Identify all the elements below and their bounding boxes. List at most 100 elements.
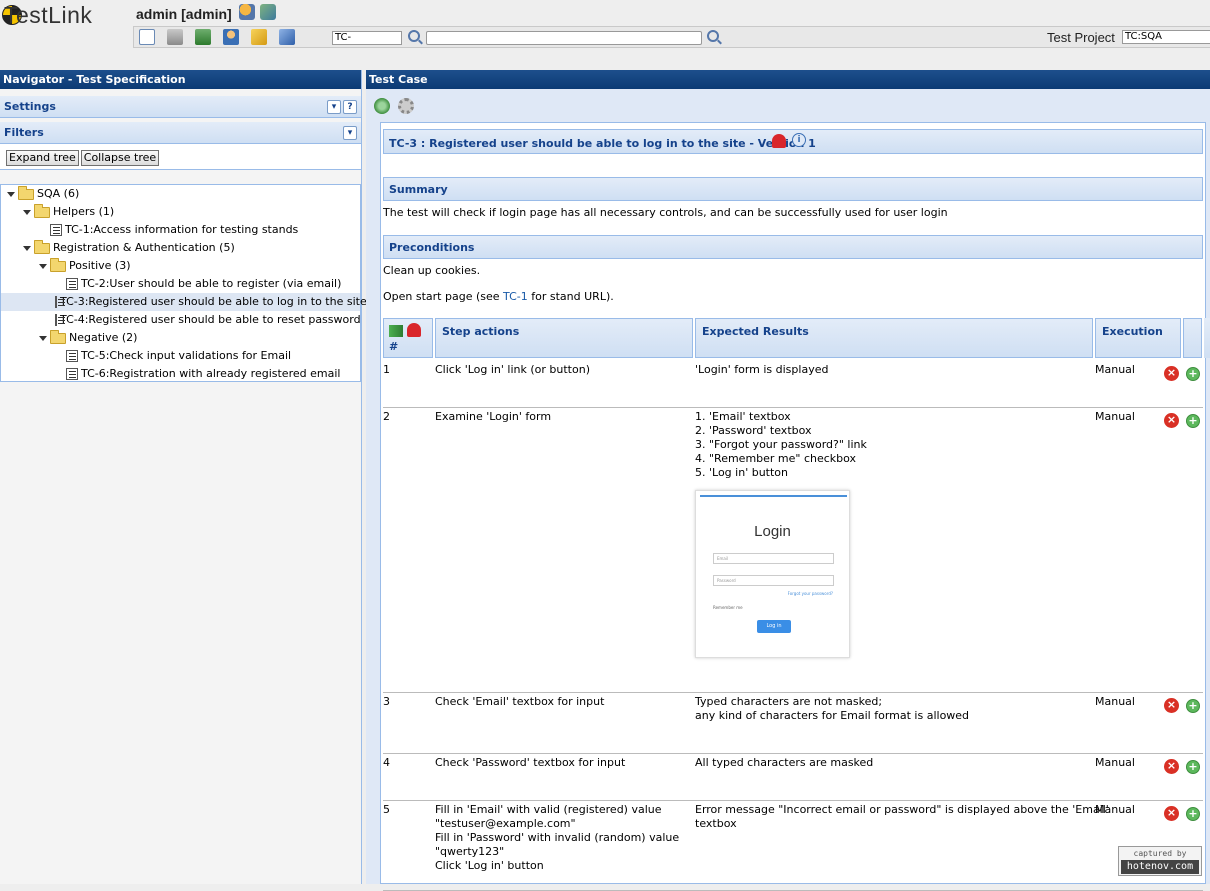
add-step-icon[interactable]: + <box>1186 367 1200 381</box>
settings-header[interactable]: Settings ▾ ? <box>0 96 361 118</box>
pencil-icon[interactable] <box>279 29 295 45</box>
tree-test-case-node[interactable]: TC-5:Check input validations for Email <box>1 347 360 365</box>
delete-step-icon[interactable]: × <box>1164 806 1179 821</box>
tc-1-link[interactable]: TC-1 <box>503 290 528 303</box>
expand-toggle-icon[interactable] <box>39 335 47 341</box>
settings-label: Settings <box>4 100 56 113</box>
collapse-tree-button[interactable]: Collapse tree <box>80 150 160 166</box>
email-field: Email <box>713 553 834 564</box>
tree-test-case-node[interactable]: TC-1:Access information for testing stan… <box>1 221 360 239</box>
step-action-line: "qwerty123" <box>435 845 505 858</box>
expand-toggle-icon[interactable] <box>23 209 31 215</box>
tree-folder-node[interactable]: Negative (2) <box>1 329 360 347</box>
tree-test-case-node[interactable]: TC-3:Registered user should be able to l… <box>1 293 367 311</box>
folder-icon <box>34 203 50 218</box>
tc-id-input[interactable]: TC- <box>332 31 402 45</box>
search-input[interactable] <box>426 31 702 45</box>
expand-toggle-icon[interactable] <box>39 263 47 269</box>
home-icon[interactable] <box>139 29 155 45</box>
info-icon[interactable]: i <box>792 133 806 147</box>
column-header-blank <box>1204 318 1210 358</box>
expand-toggle-icon[interactable] <box>7 191 15 197</box>
login-button: Log in <box>757 620 791 633</box>
test-case-panel-title: Test Case <box>366 70 1210 89</box>
step-row: 3 Check 'Email' textbox for input Typed ch… <box>383 693 1203 754</box>
bell-icon[interactable] <box>251 29 267 45</box>
test-case-content: TC-3 : Registered user should be able to… <box>380 122 1210 891</box>
delete-step-icon[interactable]: × <box>1164 759 1179 774</box>
tree-test-case-node[interactable]: TC-6:Registration with already registere… <box>1 365 360 383</box>
step-row: 1 Click 'Log in' link (or button) 'Login' … <box>383 361 1203 408</box>
expected-result-line: Error message "Incorrect email or passwo… <box>695 803 1109 816</box>
test-case-icon <box>66 278 78 290</box>
column-header-actions: Step actions <box>435 318 693 358</box>
step-execution: Manual <box>1095 695 1135 708</box>
test-project-select[interactable]: TC:SQA <box>1122 30 1210 44</box>
precondition-line: Open start page (see TC-1 for stand URL)… <box>383 290 614 303</box>
tree-folder-node[interactable]: SQA (6) <box>1 185 360 203</box>
summary-header: Summary <box>383 177 1203 201</box>
tree-node-label: TC-6:Registration with already registere… <box>81 367 341 380</box>
refresh-icon[interactable] <box>374 98 390 114</box>
reorder-icon[interactable] <box>389 325 403 337</box>
tree-test-case-node[interactable]: TC-4:Registered user should be able to r… <box>1 311 361 329</box>
summary-text: The test will check if login page has al… <box>383 206 948 219</box>
tree-folder-node[interactable]: Helpers (1) <box>1 203 360 221</box>
step-execution: Manual <box>1095 410 1135 423</box>
column-header-expected: Expected Results <box>695 318 1093 358</box>
step-number: 1 <box>383 363 390 376</box>
user-name: admin [admin] <box>136 6 232 22</box>
user-icon[interactable] <box>223 29 239 45</box>
ghost-icon[interactable] <box>406 323 421 337</box>
tree-node-label: TC-4:Registered user should be able to r… <box>60 313 361 326</box>
column-header-blank <box>1183 318 1202 358</box>
tree-folder-node[interactable]: Registration & Authentication (5) <box>1 239 360 257</box>
cart-icon[interactable] <box>167 29 183 45</box>
precondition-text: Open start page (see <box>383 290 504 303</box>
help-icon[interactable]: ? <box>343 100 357 114</box>
sitemap-icon[interactable] <box>195 29 211 45</box>
column-label: # <box>389 340 399 353</box>
delete-step-icon[interactable]: × <box>1164 366 1179 381</box>
test-case-title-bar: TC-3 : Registered user should be able to… <box>383 129 1203 154</box>
ghost-icon[interactable] <box>772 134 786 148</box>
chevron-down-icon[interactable]: ▾ <box>343 126 357 140</box>
search-icon[interactable] <box>707 30 719 42</box>
add-step-icon[interactable]: + <box>1186 699 1200 713</box>
delete-step-icon[interactable]: × <box>1164 413 1179 428</box>
expected-result-line: 2. 'Password' textbox <box>695 424 812 437</box>
test-case-icon <box>55 314 65 326</box>
step-actions: Check 'Email' textbox for input <box>435 695 604 709</box>
testlink-logo[interactable]: TestLink <box>2 2 92 28</box>
test-case-icon <box>50 224 62 236</box>
logo-text: TestLink <box>4 1 93 28</box>
add-step-icon[interactable]: + <box>1186 414 1200 428</box>
delete-step-icon[interactable]: × <box>1164 698 1179 713</box>
logout-icon[interactable] <box>260 4 276 20</box>
step-action-line: Fill in 'Email' with valid (registered) … <box>435 803 662 816</box>
step-row: 5 Fill in 'Email' with valid (registered)… <box>383 801 1203 891</box>
forgot-password-link: Forgot your password? <box>787 591 833 596</box>
tree-test-case-node[interactable]: TC-2:User should be able to register (vi… <box>1 275 360 293</box>
personal-settings-icon[interactable] <box>239 4 255 20</box>
filters-header[interactable]: Filters ▾ <box>0 122 361 144</box>
add-step-icon[interactable]: + <box>1186 807 1200 821</box>
step-actions: Examine 'Login' form <box>435 410 551 424</box>
watermark: captured by hotenov.com <box>1118 846 1202 876</box>
tree-folder-node[interactable]: Positive (3) <box>1 257 360 275</box>
add-step-icon[interactable]: + <box>1186 760 1200 774</box>
step-action-line: Check 'Email' textbox for input <box>435 695 605 708</box>
expected-result-line: 3. "Forgot your password?" link <box>695 438 867 451</box>
test-spec-tree: SQA (6) Helpers (1) TC-1:Access informatio… <box>0 184 367 383</box>
gear-icon[interactable] <box>398 98 414 114</box>
precondition-line: Clean up cookies. <box>383 264 481 277</box>
step-execution: Manual <box>1095 363 1135 376</box>
expand-tree-button[interactable]: Expand tree <box>6 150 79 166</box>
search-icon[interactable] <box>408 30 420 42</box>
step-number: 5 <box>383 803 390 816</box>
test-case-title: TC-3 : Registered user should be able to… <box>389 137 816 150</box>
step-execution: Manual <box>1095 803 1135 816</box>
expand-toggle-icon[interactable] <box>23 245 31 251</box>
chevron-down-icon[interactable]: ▾ <box>327 100 341 114</box>
step-expected: 1. 'Email' textbox 2. 'Password' textbox 3… <box>695 410 867 480</box>
